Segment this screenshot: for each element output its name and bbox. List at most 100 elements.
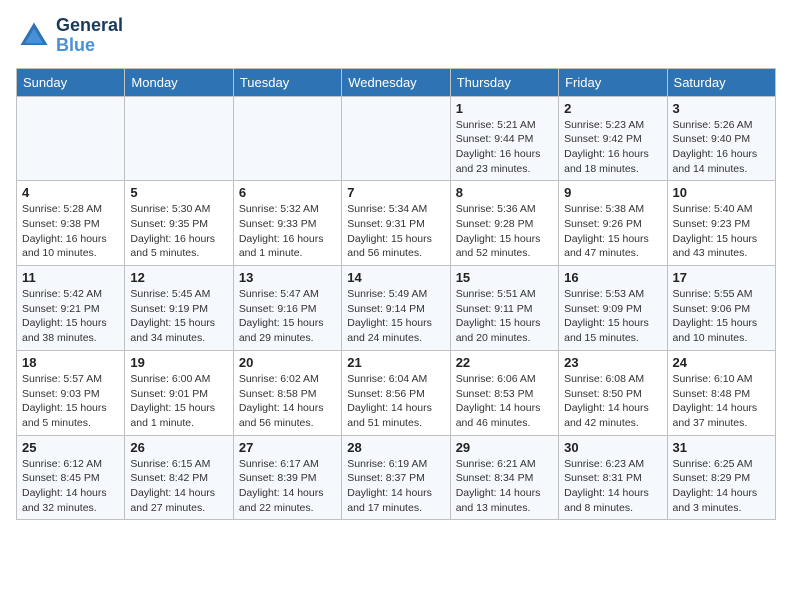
day-number: 24: [673, 355, 770, 370]
calendar-week-row: 11Sunrise: 5:42 AM Sunset: 9:21 PM Dayli…: [17, 266, 776, 351]
calendar-empty-cell: [17, 96, 125, 181]
day-number: 14: [347, 270, 444, 285]
calendar-day-15: 15Sunrise: 5:51 AM Sunset: 9:11 PM Dayli…: [450, 266, 558, 351]
day-number: 3: [673, 101, 770, 116]
calendar-day-11: 11Sunrise: 5:42 AM Sunset: 9:21 PM Dayli…: [17, 266, 125, 351]
calendar-day-26: 26 Sunrise: 6:15 AM Sunset: 8:42 PM Dayli…: [125, 435, 233, 520]
day-info: Sunrise: 5:45 AM Sunset: 9:19 PM Dayligh…: [130, 287, 227, 346]
day-of-week-monday: Monday: [125, 68, 233, 96]
calendar-day-14: 14 Sunrise: 5:49 AM Sunset: 9:14 PM Dayli…: [342, 266, 450, 351]
day-number: 10: [673, 185, 770, 200]
calendar-day-20: 20 Sunrise: 6:02 AM Sunset: 8:58 PM Dayli…: [233, 350, 341, 435]
calendar-table: SundayMondayTuesdayWednesdayThursdayFrid…: [16, 68, 776, 521]
day-of-week-tuesday: Tuesday: [233, 68, 341, 96]
calendar-day-19: 19 Sunrise: 6:00 AM Sunset: 9:01 PM Dayli…: [125, 350, 233, 435]
day-number: 20: [239, 355, 336, 370]
calendar-day-21: 21 Sunrise: 6:04 AM Sunset: 8:56 PM Dayli…: [342, 350, 450, 435]
day-of-week-wednesday: Wednesday: [342, 68, 450, 96]
day-info: Sunrise: 5:32 AM Sunset: 9:33 PM Dayligh…: [239, 202, 336, 261]
day-number: 27: [239, 440, 336, 455]
day-info: Sunrise: 5:36 AM Sunset: 9:28 PM Dayligh…: [456, 202, 553, 261]
day-info: Sunrise: 6:04 AM Sunset: 8:56 PM Dayligh…: [347, 372, 444, 431]
calendar-empty-cell: [125, 96, 233, 181]
day-number: 31: [673, 440, 770, 455]
day-number: 2: [564, 101, 661, 116]
calendar-day-3: 3 Sunrise: 5:26 AM Sunset: 9:40 PM Daylig…: [667, 96, 775, 181]
calendar-day-23: 23Sunrise: 6:08 AM Sunset: 8:50 PM Dayli…: [559, 350, 667, 435]
day-info: Sunrise: 6:15 AM Sunset: 8:42 PM Dayligh…: [130, 457, 227, 516]
day-info: Sunrise: 5:49 AM Sunset: 9:14 PM Dayligh…: [347, 287, 444, 346]
logo-icon: [16, 18, 52, 54]
day-info: Sunrise: 5:53 AM Sunset: 9:09 PM Dayligh…: [564, 287, 661, 346]
day-info: Sunrise: 5:21 AM Sunset: 9:44 PM Dayligh…: [456, 118, 553, 177]
day-number: 29: [456, 440, 553, 455]
day-info: Sunrise: 6:25 AM Sunset: 8:29 PM Dayligh…: [673, 457, 770, 516]
calendar-day-31: 31 Sunrise: 6:25 AM Sunset: 8:29 PM Dayli…: [667, 435, 775, 520]
calendar-week-row: 1 Sunrise: 5:21 AM Sunset: 9:44 PM Daylig…: [17, 96, 776, 181]
calendar-empty-cell: [233, 96, 341, 181]
calendar-day-9: 9Sunrise: 5:38 AM Sunset: 9:26 PM Daylig…: [559, 181, 667, 266]
day-info: Sunrise: 5:23 AM Sunset: 9:42 PM Dayligh…: [564, 118, 661, 177]
calendar-week-row: 18 Sunrise: 5:57 AM Sunset: 9:03 PM Dayli…: [17, 350, 776, 435]
day-info: Sunrise: 5:38 AM Sunset: 9:26 PM Dayligh…: [564, 202, 661, 261]
day-info: Sunrise: 6:06 AM Sunset: 8:53 PM Dayligh…: [456, 372, 553, 431]
day-info: Sunrise: 6:10 AM Sunset: 8:48 PM Dayligh…: [673, 372, 770, 431]
day-info: Sunrise: 6:23 AM Sunset: 8:31 PM Dayligh…: [564, 457, 661, 516]
calendar-day-10: 10 Sunrise: 5:40 AM Sunset: 9:23 PM Dayli…: [667, 181, 775, 266]
calendar-day-25: 25 Sunrise: 6:12 AM Sunset: 8:45 PM Dayli…: [17, 435, 125, 520]
day-number: 26: [130, 440, 227, 455]
calendar-day-17: 17Sunrise: 5:55 AM Sunset: 9:06 PM Dayli…: [667, 266, 775, 351]
day-number: 11: [22, 270, 119, 285]
day-info: Sunrise: 6:12 AM Sunset: 8:45 PM Dayligh…: [22, 457, 119, 516]
day-info: Sunrise: 5:47 AM Sunset: 9:16 PM Dayligh…: [239, 287, 336, 346]
calendar-week-row: 4Sunrise: 5:28 AM Sunset: 9:38 PM Daylig…: [17, 181, 776, 266]
day-info: Sunrise: 5:57 AM Sunset: 9:03 PM Dayligh…: [22, 372, 119, 431]
day-info: Sunrise: 5:26 AM Sunset: 9:40 PM Dayligh…: [673, 118, 770, 177]
day-number: 28: [347, 440, 444, 455]
day-number: 7: [347, 185, 444, 200]
calendar-day-8: 8 Sunrise: 5:36 AM Sunset: 9:28 PM Daylig…: [450, 181, 558, 266]
day-number: 25: [22, 440, 119, 455]
day-info: Sunrise: 5:51 AM Sunset: 9:11 PM Dayligh…: [456, 287, 553, 346]
day-info: Sunrise: 5:34 AM Sunset: 9:31 PM Dayligh…: [347, 202, 444, 261]
day-number: 21: [347, 355, 444, 370]
calendar-day-24: 24 Sunrise: 6:10 AM Sunset: 8:48 PM Dayli…: [667, 350, 775, 435]
calendar-day-28: 28 Sunrise: 6:19 AM Sunset: 8:37 PM Dayli…: [342, 435, 450, 520]
day-number: 8: [456, 185, 553, 200]
day-number: 19: [130, 355, 227, 370]
day-info: Sunrise: 6:00 AM Sunset: 9:01 PM Dayligh…: [130, 372, 227, 431]
day-number: 5: [130, 185, 227, 200]
page-header: General Blue: [16, 16, 776, 56]
calendar-day-7: 7 Sunrise: 5:34 AM Sunset: 9:31 PM Daylig…: [342, 181, 450, 266]
calendar-day-27: 27Sunrise: 6:17 AM Sunset: 8:39 PM Dayli…: [233, 435, 341, 520]
day-info: Sunrise: 5:30 AM Sunset: 9:35 PM Dayligh…: [130, 202, 227, 261]
day-number: 23: [564, 355, 661, 370]
day-of-week-sunday: Sunday: [17, 68, 125, 96]
day-of-week-saturday: Saturday: [667, 68, 775, 96]
calendar-day-13: 13Sunrise: 5:47 AM Sunset: 9:16 PM Dayli…: [233, 266, 341, 351]
day-number: 1: [456, 101, 553, 116]
calendar-day-2: 2 Sunrise: 5:23 AM Sunset: 9:42 PM Daylig…: [559, 96, 667, 181]
calendar-day-18: 18 Sunrise: 5:57 AM Sunset: 9:03 PM Dayli…: [17, 350, 125, 435]
calendar-day-12: 12Sunrise: 5:45 AM Sunset: 9:19 PM Dayli…: [125, 266, 233, 351]
day-info: Sunrise: 6:02 AM Sunset: 8:58 PM Dayligh…: [239, 372, 336, 431]
calendar-header-row: SundayMondayTuesdayWednesdayThursdayFrid…: [17, 68, 776, 96]
day-of-week-friday: Friday: [559, 68, 667, 96]
day-info: Sunrise: 6:19 AM Sunset: 8:37 PM Dayligh…: [347, 457, 444, 516]
calendar-week-row: 25 Sunrise: 6:12 AM Sunset: 8:45 PM Dayli…: [17, 435, 776, 520]
day-info: Sunrise: 5:28 AM Sunset: 9:38 PM Dayligh…: [22, 202, 119, 261]
logo-text: General Blue: [56, 16, 123, 56]
calendar-day-16: 16 Sunrise: 5:53 AM Sunset: 9:09 PM Dayli…: [559, 266, 667, 351]
day-number: 16: [564, 270, 661, 285]
day-number: 30: [564, 440, 661, 455]
calendar-empty-cell: [342, 96, 450, 181]
day-info: Sunrise: 5:40 AM Sunset: 9:23 PM Dayligh…: [673, 202, 770, 261]
day-number: 18: [22, 355, 119, 370]
day-info: Sunrise: 6:21 AM Sunset: 8:34 PM Dayligh…: [456, 457, 553, 516]
day-info: Sunrise: 5:55 AM Sunset: 9:06 PM Dayligh…: [673, 287, 770, 346]
calendar-day-6: 6Sunrise: 5:32 AM Sunset: 9:33 PM Daylig…: [233, 181, 341, 266]
calendar-day-5: 5 Sunrise: 5:30 AM Sunset: 9:35 PM Daylig…: [125, 181, 233, 266]
day-number: 22: [456, 355, 553, 370]
calendar-day-30: 30 Sunrise: 6:23 AM Sunset: 8:31 PM Dayli…: [559, 435, 667, 520]
day-of-week-thursday: Thursday: [450, 68, 558, 96]
